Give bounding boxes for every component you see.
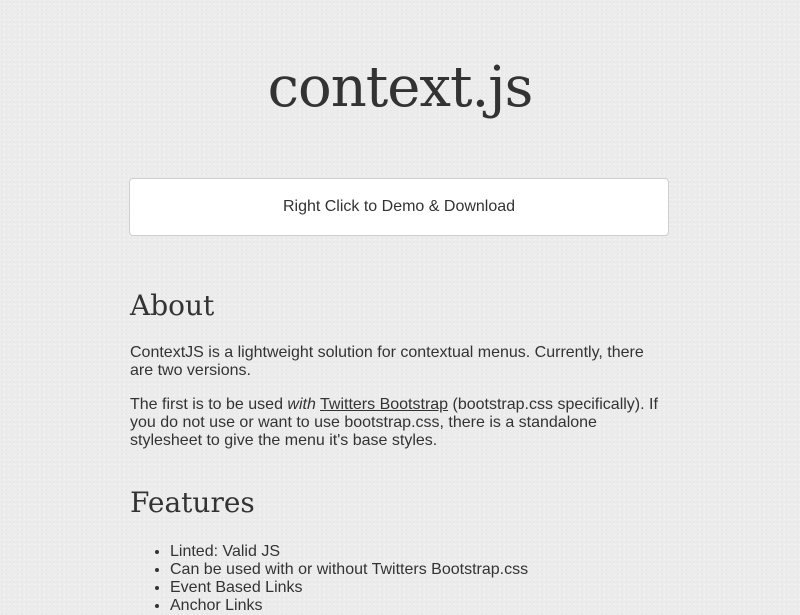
about-heading: About <box>130 289 215 322</box>
demo-download-area[interactable]: Right Click to Demo & Download <box>129 178 669 236</box>
features-heading: Features <box>130 486 255 519</box>
about-paragraph-2-start: The first is to be used <box>130 396 288 413</box>
twitters-bootstrap-link[interactable]: Twitters Bootstrap <box>320 396 448 413</box>
demo-download-label: Right Click to Demo & Download <box>282 198 516 215</box>
about-paragraph-2-emphasis: with <box>287 396 316 413</box>
feature-item: Can be used with or without Twitters Boo… <box>170 561 670 579</box>
feature-list: Linted: Valid JS Can be used with or wit… <box>130 543 670 615</box>
feature-item: Linted: Valid JS <box>170 543 670 561</box>
site-title: context.js <box>267 55 534 120</box>
feature-item: Event Based Links <box>170 579 670 597</box>
main-content: About ContextJS is a lightweight solutio… <box>130 286 670 615</box>
about-paragraph-2: The first is to be used with Twitters Bo… <box>130 396 670 450</box>
about-paragraph-1: ContextJS is a lightweight solution for … <box>130 344 644 379</box>
